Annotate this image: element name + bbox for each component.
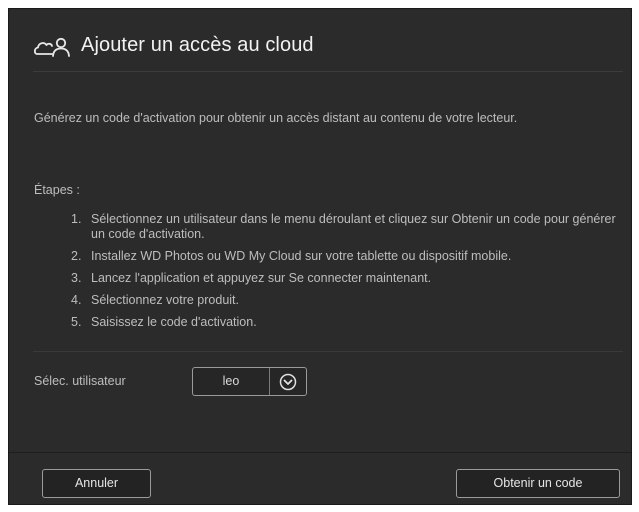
step-text: Installez WD Photos ou WD My Cloud sur v… [91, 249, 512, 263]
steps-list: 1. Sélectionnez un utilisateur dans le m… [71, 212, 616, 337]
step-number: 3. [71, 271, 82, 285]
cancel-button[interactable]: Annuler [42, 469, 151, 498]
step-item: 3. Lancez l'application et appuyez sur S… [71, 271, 616, 286]
step-item: 5. Saisissez le code d'activation. [71, 315, 616, 330]
cloud-user-icon [33, 35, 75, 59]
cloud-access-dialog: Ajouter un accès au cloud Générez un cod… [8, 8, 632, 505]
step-item: 1. Sélectionnez un utilisateur dans le m… [71, 212, 616, 242]
user-select-label: Sélec. utilisateur [34, 374, 126, 388]
step-item: 4. Sélectionnez votre produit. [71, 293, 616, 308]
section-divider [33, 351, 623, 352]
step-number: 4. [71, 293, 82, 307]
step-text: Saisissez le code d'activation. [91, 315, 257, 329]
step-text: Sélectionnez votre produit. [91, 293, 240, 307]
step-text: Lancez l'application et appuyez sur Se c… [91, 271, 432, 285]
user-select-dropdown[interactable]: leo [192, 367, 307, 396]
user-select-value[interactable]: leo [193, 368, 270, 395]
step-text: Sélectionnez un utilisateur dans le menu… [91, 212, 616, 241]
dialog-header: Ajouter un accès au cloud [33, 31, 623, 72]
step-number: 5. [71, 315, 82, 329]
intro-text: Générez un code d'activation pour obteni… [34, 111, 518, 125]
footer-divider [9, 452, 631, 453]
get-code-button[interactable]: Obtenir un code [456, 469, 620, 498]
chevron-down-circle-icon[interactable] [270, 373, 306, 391]
step-item: 2. Installez WD Photos ou WD My Cloud su… [71, 249, 616, 264]
dialog-title: Ajouter un accès au cloud [81, 34, 314, 56]
step-number: 1. [71, 212, 82, 226]
step-number: 2. [71, 249, 82, 263]
steps-label: Étapes : [34, 183, 80, 197]
